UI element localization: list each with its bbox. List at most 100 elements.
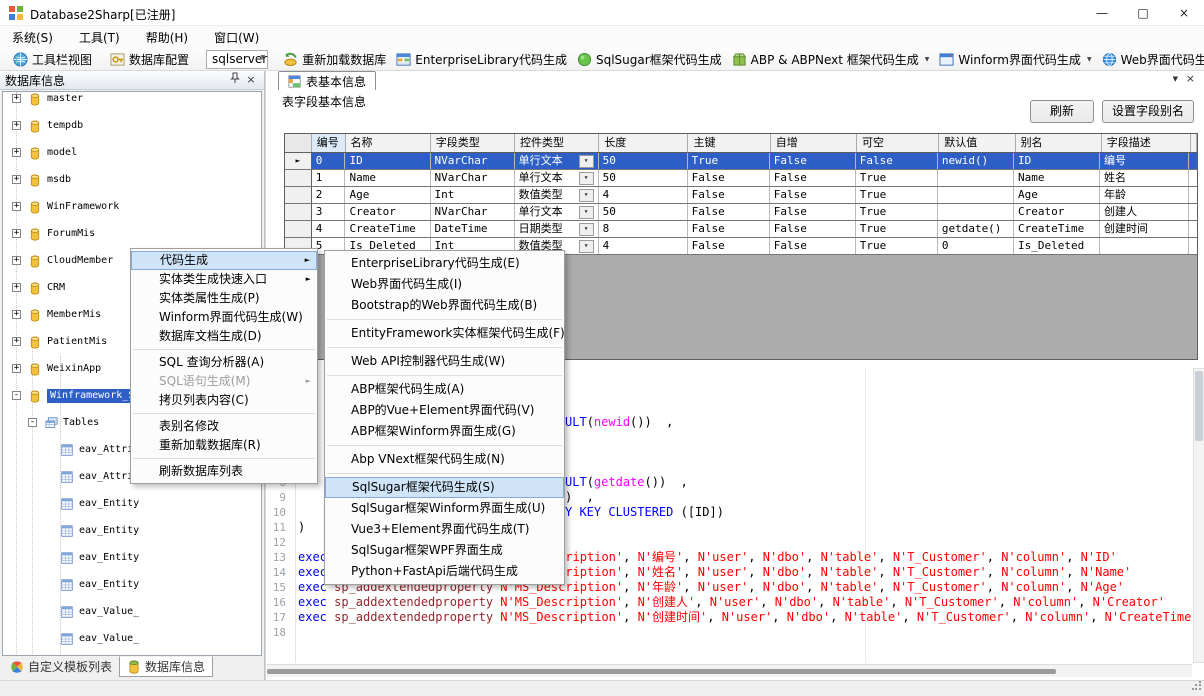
grid-cell[interactable]: CreateTime [345, 221, 430, 237]
table-node[interactable]: eav_Value_ [3, 632, 261, 646]
grid-column-header[interactable]: 自增 [771, 134, 857, 152]
vertical-scrollbar-thumb[interactable] [1195, 371, 1203, 441]
grid-cell[interactable]: 2 [312, 187, 346, 203]
grid-cell[interactable]: Creator [1014, 204, 1100, 220]
grid-cell[interactable]: 编号 [1100, 153, 1189, 169]
submenu-item[interactable]: Abp VNext框架代码生成(N) [325, 449, 564, 470]
grid-row[interactable]: 2AgeInt数值类型▼4FalseFalseTrueAge年龄 [285, 187, 1197, 204]
grid-cell[interactable]: 创建时间 [1100, 221, 1189, 237]
tab-table-basic-info[interactable]: 表基本信息 [278, 71, 376, 90]
context-menu-item[interactable]: 刷新数据库列表 [131, 462, 317, 481]
grid-cell[interactable]: CreateTime [1014, 221, 1100, 237]
toolbar-button[interactable]: Winform界面代码生成▼ [934, 49, 1096, 70]
grid-cell[interactable]: Name [345, 170, 430, 186]
grid-row[interactable]: 1NameNVarChar单行文本▼50FalseFalseTrueName姓名 [285, 170, 1197, 187]
cell-dropdown-icon[interactable]: ▼ [579, 206, 594, 219]
cell-dropdown-icon[interactable]: ▼ [579, 240, 594, 253]
submenu-item[interactable]: EntityFramework实体框架代码生成(F) [325, 323, 564, 344]
grid-cell[interactable]: 8 [599, 221, 688, 237]
grid-cell[interactable]: Is_Deleted [1014, 238, 1100, 254]
grid-cell[interactable]: 姓名 [1100, 170, 1189, 186]
grid-cell[interactable]: 50 [599, 204, 688, 220]
submenu-item[interactable]: EnterpriseLibrary代码生成(E) [325, 253, 564, 274]
grid-cell[interactable]: Age [345, 187, 430, 203]
toolbar-button[interactable]: 数据库配置 [105, 49, 194, 70]
table-node[interactable]: eav_Entity [3, 524, 261, 538]
menubar-item[interactable]: 工具(T) [79, 26, 132, 49]
grid-row[interactable]: ►0IDNVarChar单行文本▼50TrueFalseFalsenewid()… [285, 153, 1197, 170]
grid-cell[interactable]: 年龄 [1100, 187, 1189, 203]
expand-icon[interactable]: + [12, 337, 21, 346]
grid-cell[interactable]: 日期类型▼ [515, 221, 599, 237]
grid-cell[interactable]: 单行文本▼ [515, 153, 599, 169]
toolbar-button[interactable]: 重新加载数据库 [278, 49, 391, 70]
context-menu-item[interactable]: Winform界面代码生成(W) [131, 308, 317, 327]
expand-icon[interactable]: + [12, 202, 21, 211]
grid-cell[interactable]: False [688, 170, 770, 186]
grid-cell[interactable]: False [770, 170, 856, 186]
grid-cell[interactable] [938, 187, 1014, 203]
refresh-button[interactable]: 刷新 [1030, 100, 1094, 123]
toolbar-button[interactable]: EnterpriseLibrary代码生成 [391, 49, 572, 70]
grid-row[interactable]: 4CreateTimeDateTime日期类型▼8FalseFalseTrueg… [285, 221, 1197, 238]
grid-column-header[interactable]: 主键 [688, 134, 770, 152]
grid-column-header[interactable]: 可空 [857, 134, 939, 152]
context-menu-item[interactable]: 表别名修改 [131, 417, 317, 436]
submenu-item[interactable]: Web界面代码生成(I) [325, 274, 564, 295]
collapse-icon[interactable]: - [28, 418, 37, 427]
grid-cell[interactable]: 单行文本▼ [515, 204, 599, 220]
grid-cell[interactable]: False [688, 238, 770, 254]
submenu-item[interactable]: ABP框架Winform界面生成(G) [325, 421, 564, 442]
grid-cell[interactable]: Name [1014, 170, 1100, 186]
grid-cell[interactable]: 数值类型▼ [515, 187, 599, 203]
toolbar-button[interactable]: SqlSugar框架代码生成 [572, 49, 727, 70]
set-field-alias-button[interactable]: 设置字段别名 [1102, 100, 1194, 123]
tab-close-icon[interactable]: × [1186, 72, 1195, 85]
table-node[interactable]: eav_Entity [3, 551, 261, 565]
expand-icon[interactable]: + [12, 94, 21, 103]
table-node[interactable]: eav_Entity [3, 497, 261, 511]
grid-cell[interactable]: False [856, 153, 938, 169]
grid-column-header[interactable]: 别名 [1016, 134, 1102, 152]
submenu-item[interactable]: ABP框架代码生成(A) [325, 379, 564, 400]
cell-dropdown-icon[interactable]: ▼ [579, 172, 594, 185]
grid-cell[interactable]: 1 [312, 170, 346, 186]
submenu-item[interactable]: SqlSugar框架Winform界面生成(U) [325, 498, 564, 519]
grid-cell[interactable]: False [770, 187, 856, 203]
horizontal-scrollbar[interactable] [267, 664, 1192, 677]
grid-cell[interactable]: False [770, 238, 856, 254]
submenu-item[interactable]: ABP的Vue+Element界面代码(V) [325, 400, 564, 421]
grid-cell[interactable]: ID [1014, 153, 1100, 169]
grid-cell[interactable]: NVarChar [431, 170, 515, 186]
grid-column-header[interactable]: 默认值 [939, 134, 1015, 152]
menubar-item[interactable]: 帮助(H) [146, 26, 200, 49]
context-menu-item[interactable]: SQL 查询分析器(A) [131, 353, 317, 372]
chevron-down-icon[interactable]: ▼ [1087, 56, 1092, 63]
resize-grip[interactable] [1192, 680, 1202, 694]
grid-cell[interactable]: True [856, 204, 938, 220]
context-menu-item[interactable]: 实体类属性生成(P) [131, 289, 317, 308]
expand-icon[interactable]: + [12, 229, 21, 238]
cell-dropdown-icon[interactable]: ▼ [579, 223, 594, 236]
toolbar-button[interactable]: Web界面代码生成▼ [1097, 49, 1204, 70]
grid-cell[interactable] [938, 204, 1014, 220]
table-node[interactable]: eav_Value_ [3, 605, 261, 619]
grid-cell[interactable]: True [856, 187, 938, 203]
submenu-item[interactable]: Python+FastApi后端代码生成 [325, 561, 564, 582]
grid-cell[interactable]: getdate() [938, 221, 1014, 237]
grid-cell[interactable]: Int [431, 187, 515, 203]
toolbar-button[interactable]: ABP & ABPNext 框架代码生成▼ [727, 49, 935, 70]
grid-cell[interactable]: 3 [312, 204, 346, 220]
db-node[interactable]: +ForumMis [3, 227, 261, 241]
grid-cell[interactable]: True [856, 238, 938, 254]
db-node[interactable]: +msdb [3, 173, 261, 187]
grid-cell[interactable]: True [688, 153, 770, 169]
grid-cell[interactable]: newid() [938, 153, 1014, 169]
grid-cell[interactable] [1100, 238, 1189, 254]
chevron-down-icon[interactable]: ▼ [925, 56, 930, 63]
context-menu-item[interactable]: 拷贝列表内容(C) [131, 391, 317, 410]
panel-close-icon[interactable]: × [243, 72, 259, 88]
chevron-down-icon[interactable]: ▼ [261, 54, 266, 61]
grid-cell[interactable]: Creator [345, 204, 430, 220]
grid-cell[interactable]: False [770, 153, 856, 169]
